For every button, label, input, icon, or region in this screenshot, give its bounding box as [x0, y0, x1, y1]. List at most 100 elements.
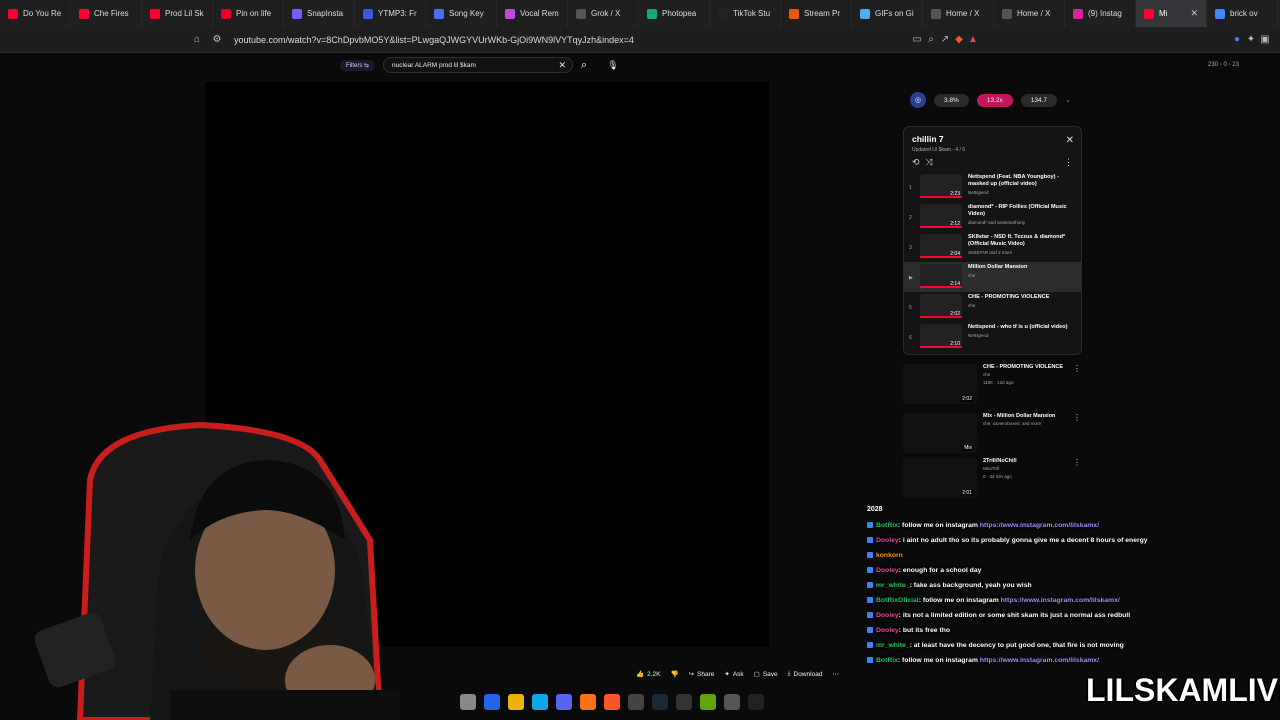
chevron-down-icon[interactable]: ⌄ [1065, 96, 1071, 104]
playlist-item-channel[interactable]: che [968, 273, 1078, 278]
zoom-icon[interactable]: ⌕ [924, 33, 938, 47]
playlist-item-channel[interactable]: SK8STAR and 2 more [968, 250, 1078, 255]
chat-username[interactable]: Dooley [876, 612, 899, 619]
share-button[interactable]: ↪ Share [689, 670, 715, 679]
obs-icon[interactable] [628, 694, 644, 710]
chat-username[interactable]: Dooley [876, 567, 899, 574]
chat-link[interactable]: https://www.instagram.com/lilskamx/ [980, 522, 1099, 529]
more-icon[interactable]: ⋮ [1073, 413, 1081, 422]
recommended-title[interactable]: 2Trill/NoChill [983, 458, 1017, 464]
speed-mid[interactable]: 13.2x [976, 93, 1013, 107]
terminal-icon[interactable] [748, 694, 764, 710]
playlist-item-thumbnail[interactable]: 2:14 [920, 264, 962, 288]
playlist-item-title[interactable]: diamond* - RIP Follies (Official Music V… [968, 204, 1078, 218]
playlist-item-thumbnail[interactable]: 2:12 [920, 204, 962, 228]
browser-tab[interactable]: Che Fires [71, 0, 142, 27]
playlist-item-channel[interactable]: che [968, 303, 1078, 308]
recommended-video[interactable]: Mix Mix - Million Dollar Mansion che, xavi… [903, 413, 1093, 457]
playlist-item-thumbnail[interactable]: 2:10 [920, 324, 962, 348]
chat-username[interactable]: mr_white_ [876, 582, 910, 589]
download-button[interactable]: ⤓ Download [788, 670, 823, 678]
recommended-channel[interactable]: MooTrill [983, 466, 1017, 472]
chat-username[interactable]: Dooley [876, 537, 899, 544]
recommended-thumbnail[interactable]: Mix [903, 413, 977, 453]
playlist-title[interactable]: chillin 7 [912, 134, 1081, 144]
playlist-item-thumbnail[interactable]: 2:02 [920, 294, 962, 318]
browser-tab[interactable]: Song Key [426, 0, 497, 27]
playlist-item[interactable]: 2 2:12 diamond* - RIP Follies (Official Mu… [904, 202, 1081, 232]
playlist-item[interactable]: ▶ 2:14 Million Dollar Mansion che [904, 262, 1081, 292]
more-icon[interactable]: ⋮ [1073, 458, 1081, 467]
chat-username[interactable]: konkorn [876, 552, 903, 559]
speed-left[interactable]: 3.8% [934, 93, 969, 107]
site-info-icon[interactable]: ⚙ [210, 33, 224, 47]
brave-shield-icon[interactable]: ◆ [952, 33, 966, 47]
playlist-item-title[interactable]: Nettspend - who tf is u (official video) [968, 324, 1078, 331]
browser-tab[interactable]: TikTok Stu [710, 0, 781, 27]
browser-tab[interactable]: YTMP3: Fr [355, 0, 426, 27]
fl-studio-icon[interactable] [580, 694, 596, 710]
copilot-icon[interactable] [484, 694, 500, 710]
folder-icon[interactable] [508, 694, 524, 710]
browser-tab[interactable]: Home / X [923, 0, 994, 27]
more-icon[interactable]: ⋮ [1064, 157, 1073, 168]
playlist-item[interactable]: 1 2:23 Nettspend (Feat. NBA Youngboy) - ma… [904, 172, 1081, 202]
video-app-icon[interactable] [724, 694, 740, 710]
chat-link[interactable]: https://www.instagram.com/lilskamx/ [980, 657, 1099, 664]
chat-username[interactable]: BotRix [876, 657, 898, 664]
playlist-item[interactable]: 5 2:02 CHE - PROMOTING VIOLENCE che [904, 292, 1081, 322]
browser-tab[interactable]: Grok / X [568, 0, 639, 27]
save-button[interactable]: ▢ Save [754, 670, 778, 679]
recommended-video[interactable]: 2:02 CHE - PROMOTING VIOLENCE che 110K · 12… [903, 364, 1093, 408]
chat-username[interactable]: BotRix [876, 522, 898, 529]
steam-icon[interactable] [652, 694, 668, 710]
playlist-item-title[interactable]: Nettspend (Feat. NBA Youngboy) - masked … [968, 174, 1078, 188]
shuffle-icon[interactable]: ⤨ [926, 157, 933, 168]
playlist-item-thumbnail[interactable]: 2:23 [920, 174, 962, 198]
browser-tab[interactable]: Stream Pr [781, 0, 852, 27]
browser-tab[interactable]: Do You Re [0, 0, 71, 27]
playlist-item-title[interactable]: Million Dollar Mansion [968, 264, 1078, 271]
browser-tab[interactable]: Home / X [994, 0, 1065, 27]
chat-username[interactable]: mr_white_ [876, 642, 910, 649]
playlist-item-title[interactable]: SK8star - NSD ft. Tezzus & diamond* (Off… [968, 234, 1078, 248]
share-icon[interactable]: ↗ [938, 33, 952, 47]
tab-close-icon[interactable]: ✕ [1190, 8, 1198, 19]
more-icon[interactable]: ⋮ [1073, 364, 1081, 373]
browser-tab[interactable]: brick ov [1207, 0, 1278, 27]
browser-tab[interactable]: GIFs on Gi [852, 0, 923, 27]
playlist-item-channel[interactable]: Nettspend [968, 333, 1078, 338]
speed-right[interactable]: 134.7 [1020, 93, 1058, 107]
browser-tab[interactable]: Mi ✕ [1136, 0, 1207, 27]
filters-button[interactable]: Filters ⇆ [340, 59, 376, 71]
like-button[interactable]: 👍 2.2K [636, 670, 660, 679]
playlist-item[interactable]: 6 2:10 Nettspend - who tf is u (official v… [904, 322, 1081, 352]
playlist-item[interactable]: 3 2:04 SK8star - NSD ft. Tezzus & diamond*… [904, 232, 1081, 262]
screenshot-icon[interactable]: ▭ [910, 33, 924, 47]
sidebar-toggle-icon[interactable]: ▣ [1258, 33, 1272, 47]
close-icon[interactable]: ✕ [1066, 135, 1074, 146]
recommended-video[interactable]: 2:01 2Trill/NoChill MooTrill 0 · 34 min ago… [903, 458, 1093, 502]
url-field[interactable]: youtube.com/watch?v=8ChDpvbMO5Y&list=PLw… [234, 35, 634, 45]
store-icon[interactable] [532, 694, 548, 710]
taskbar-app-icon[interactable] [460, 694, 476, 710]
brave-icon[interactable] [604, 694, 620, 710]
playlist-item-channel[interactable]: Nettspend [968, 190, 1078, 195]
ask-button[interactable]: ✦ Ask [724, 670, 743, 679]
browser-tab[interactable]: SnapInsta [284, 0, 355, 27]
playlist-item-thumbnail[interactable]: 2:04 [920, 234, 962, 258]
search-input[interactable]: nuclear ALARM prod lil $kam ✕ [383, 57, 574, 73]
browser-tab[interactable]: Prod Lil Sk [142, 0, 213, 27]
browser-tab[interactable]: (9) Instag [1065, 0, 1136, 27]
brave-rewards-icon[interactable]: ▲ [966, 33, 980, 47]
mic-icon[interactable]: 🎙 [607, 60, 618, 71]
chat-username[interactable]: BotRixOficial [876, 597, 919, 604]
app-icon[interactable] [676, 694, 692, 710]
recommended-thumbnail[interactable]: 2:02 [903, 364, 977, 404]
clear-search-icon[interactable]: ✕ [559, 60, 567, 71]
recommended-title[interactable]: CHE - PROMOTING VIOLENCE [983, 364, 1063, 370]
search-icon[interactable]: ⌕ [581, 59, 587, 72]
browser-tab[interactable]: Vocal Rem [497, 0, 568, 27]
extension-logo-icon[interactable]: ◎ [910, 92, 926, 108]
bookmark-icon[interactable]: ⌂ [190, 33, 204, 47]
